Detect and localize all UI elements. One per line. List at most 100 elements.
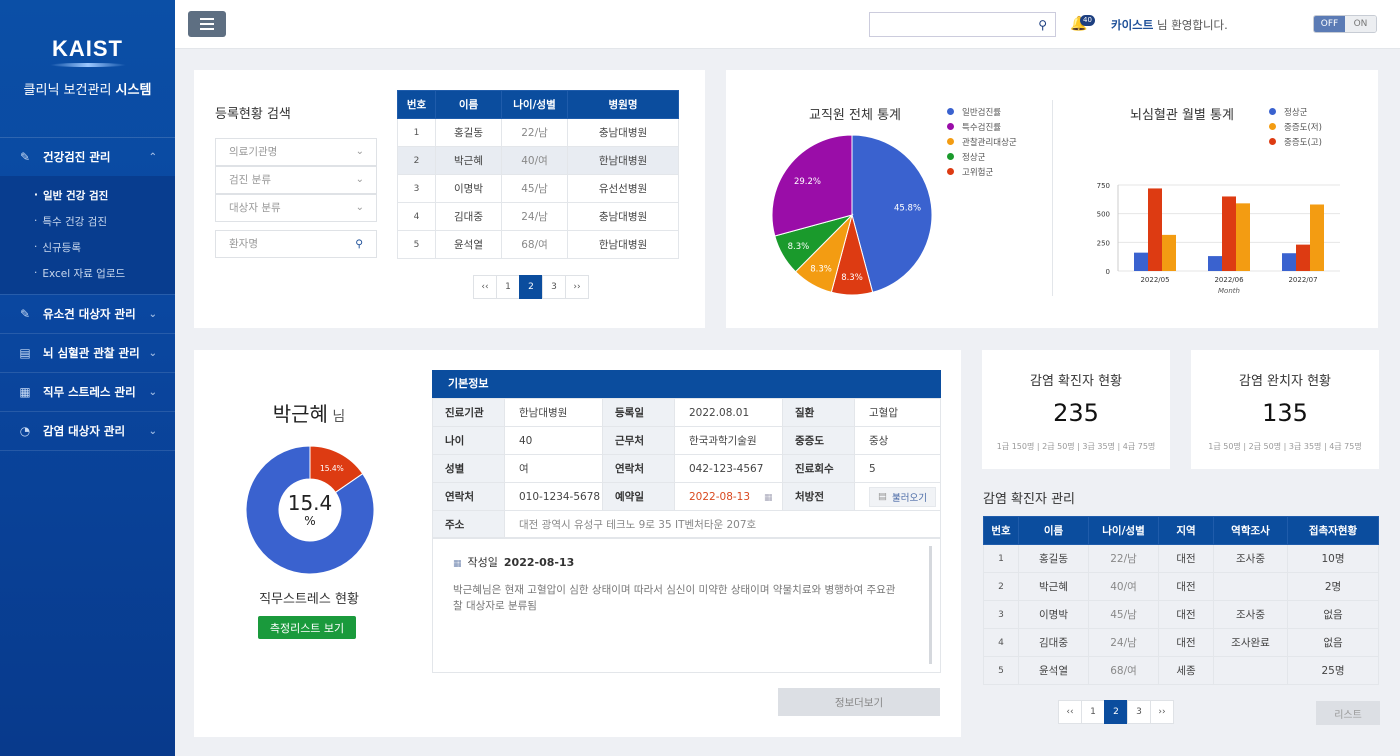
basic-info-header: 기본정보 — [432, 370, 941, 398]
patient-name-text: 박근혜 — [272, 402, 328, 426]
col-header[interactable]: 역학조사 — [1213, 516, 1288, 545]
stat-value: 235 — [1053, 399, 1099, 427]
cell: 2 — [983, 572, 1019, 601]
nav-findings[interactable]: ✎ 유소견 대상자 관리 ⌄ — [0, 295, 175, 333]
legend-item[interactable]: 중증도(고) — [1269, 134, 1322, 149]
legend-item[interactable]: 중증도(저) — [1269, 119, 1322, 134]
note-box[interactable]: ▦ 작성일 2022-08-13 박근혜님은 현재 고혈압이 심한 상태이며 따라서… — [432, 537, 941, 673]
page-button[interactable]: 1 — [1081, 700, 1105, 724]
legend-item[interactable]: 일반검진률 — [947, 104, 1017, 119]
info-label: 처방전 — [782, 482, 855, 511]
search-icon[interactable]: ⚲ — [355, 231, 363, 257]
subnav-excel-upload[interactable]: · Excel 자료 업로드 — [0, 260, 175, 286]
info-label: 나이 — [432, 426, 505, 455]
chevron-down-icon: ⌄ — [355, 146, 364, 157]
nav-cardio[interactable]: ▤ 뇌 심혈관 관찰 관리 ⌄ — [0, 334, 175, 372]
subnav-special-checkup[interactable]: · 특수 건강 검진 — [0, 208, 175, 234]
bullet: · — [34, 215, 38, 227]
search-icon[interactable]: ⚲ — [1038, 18, 1047, 32]
cell: 24/남 — [1088, 628, 1159, 657]
legend-item[interactable]: 고위험군 — [947, 164, 1017, 179]
legend-item[interactable]: 특수검진률 — [947, 119, 1017, 134]
legend-swatch — [947, 153, 954, 160]
legend-item[interactable]: 정상군 — [1269, 104, 1322, 119]
calendar-icon[interactable]: ▦ — [764, 493, 773, 503]
col-header[interactable]: 접촉자현황 — [1287, 516, 1379, 545]
cell: 이명박 — [1018, 600, 1089, 629]
nav-health-checkup[interactable]: ✎ 건강검진 관리 ⌃ — [0, 138, 175, 176]
table-row[interactable]: 3 이명박 45/남 유선선병원 — [397, 174, 679, 203]
legend-label: 관찰관리대상군 — [962, 137, 1017, 148]
subnav-new-registration[interactable]: · 신규등록 — [0, 234, 175, 260]
table-row[interactable]: 1 홍길동 22/남 충남대병원 — [397, 118, 679, 147]
table-row[interactable]: 4 김대중 24/남 대전 조사완료 없음 — [983, 628, 1379, 657]
toggle-on[interactable]: ON — [1345, 16, 1376, 32]
table-header-row: 번호 이름 나이/성별 지역 역학조사 접촉자현황 — [983, 516, 1379, 545]
load-prescription-button[interactable]: ▤ 불러오기 — [869, 486, 936, 507]
table-row[interactable]: 5 윤석열 68/여 한남대병원 — [397, 230, 679, 259]
nav-infection[interactable]: ◔ 감염 대상자 관리 ⌄ — [0, 412, 175, 450]
patient-name-input[interactable]: 환자명 ⚲ — [215, 230, 377, 258]
toggle-off[interactable]: OFF — [1314, 16, 1345, 32]
more-info-button[interactable]: 정보더보기 — [778, 688, 940, 716]
table-row[interactable]: 5 윤석열 68/여 세종 25명 — [983, 656, 1379, 685]
registration-table: 번호 이름 나이/성별 병원명 1 홍길동 22/남 충남대병원 2 박근혜 40/여 한남… — [397, 90, 679, 259]
col-header[interactable]: 번호 — [983, 516, 1019, 545]
col-header[interactable]: 이름 — [435, 90, 502, 119]
subnav-general-checkup[interactable]: · 일반 건강 검진 — [0, 182, 175, 208]
col-header[interactable]: 병원명 — [567, 90, 679, 119]
nav-label: 감염 대상자 관리 — [43, 424, 126, 438]
cell — [1213, 656, 1288, 685]
page-last-button[interactable]: ›› — [565, 275, 589, 299]
page-button-current[interactable]: 2 — [519, 275, 543, 299]
appointment-date[interactable]: 2022-08-13 ▦ — [674, 482, 783, 511]
divider — [1052, 100, 1053, 296]
col-header[interactable]: 이름 — [1018, 516, 1089, 545]
scrollbar[interactable] — [929, 546, 932, 664]
page-button[interactable]: 1 — [496, 275, 520, 299]
nav-label: 직무 스트레스 관리 — [43, 385, 136, 399]
cell: 4 — [983, 628, 1019, 657]
page-first-button[interactable]: ‹‹ — [473, 275, 497, 299]
on-off-toggle[interactable]: OFF ON — [1313, 15, 1377, 33]
table-row[interactable]: 4 김대중 24/남 충남대병원 — [397, 202, 679, 231]
cell: 40/여 — [1088, 572, 1159, 601]
legend-swatch — [947, 168, 954, 175]
info-label: 연락처 — [432, 482, 505, 511]
y-tick-label: 0 — [1106, 268, 1110, 276]
col-header[interactable]: 지역 — [1158, 516, 1214, 545]
cell: 22/남 — [1088, 544, 1159, 573]
table-row[interactable]: 3 이명박 45/남 대전 조사중 없음 — [983, 600, 1379, 629]
col-header[interactable]: 번호 — [397, 90, 436, 119]
page-button[interactable]: 3 — [542, 275, 566, 299]
col-header[interactable]: 나이/성별 — [501, 90, 568, 119]
subnav-label: 신규등록 — [42, 241, 81, 254]
legend-item[interactable]: 정상군 — [947, 149, 1017, 164]
nav-group-stress: ▦ 직무 스트레스 관리 ⌄ — [0, 373, 175, 412]
page-button[interactable]: 3 — [1127, 700, 1151, 724]
kaist-logo[interactable]: KAIST — [52, 36, 123, 62]
measurement-list-button[interactable]: 측정리스트 보기 — [258, 616, 356, 639]
user-name[interactable]: 카이스트 — [1111, 18, 1153, 32]
legend-item[interactable]: 관찰관리대상군 — [947, 134, 1017, 149]
page-last-button[interactable]: ›› — [1150, 700, 1174, 724]
page-first-button[interactable]: ‹‹ — [1058, 700, 1082, 724]
cell: 40/여 — [501, 146, 568, 175]
table-row[interactable]: 2 박근혜 40/여 한남대병원 — [397, 146, 679, 175]
col-header[interactable]: 나이/성별 — [1088, 516, 1159, 545]
bar — [1310, 204, 1324, 271]
cv-stats-title: 뇌심혈관 월별 통계 — [1130, 108, 1234, 123]
hospital-select[interactable]: 의료기관명 ⌄ — [215, 138, 377, 166]
list-button[interactable]: 리스트 — [1316, 701, 1380, 725]
global-search-input[interactable]: ⚲ — [869, 12, 1056, 37]
target-type-select[interactable]: 대상자 분류 ⌄ — [215, 194, 377, 222]
nav-stress[interactable]: ▦ 직무 스트레스 관리 ⌄ — [0, 373, 175, 411]
table-row[interactable]: 1 홍길동 22/남 대전 조사중 10명 — [983, 544, 1379, 573]
staff-stats-pie-chart: 45.8% 8.3% 8.3% 8.3% 29.2% — [771, 134, 933, 296]
document-pen-icon: ✎ — [19, 150, 31, 164]
table-row[interactable]: 2 박근혜 40/여 대전 2명 — [983, 572, 1379, 601]
page-button-current[interactable]: 2 — [1104, 700, 1128, 724]
checkup-type-select[interactable]: 검진 분류 ⌄ — [215, 166, 377, 194]
logo-swoosh — [49, 63, 126, 67]
hamburger-menu-button[interactable] — [188, 11, 226, 37]
